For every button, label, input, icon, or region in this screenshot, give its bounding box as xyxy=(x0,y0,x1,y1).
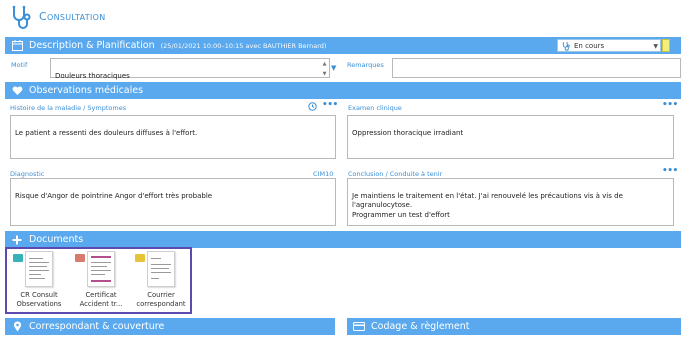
description-section-header[interactable]: Description & Planification (25/01/2021 … xyxy=(5,37,681,54)
plus-icon[interactable] xyxy=(11,234,23,246)
document-thumbnail xyxy=(147,251,175,287)
documents-section-header[interactable]: Documents xyxy=(5,231,681,248)
correspondant-title: Correspondant & couverture xyxy=(29,321,165,332)
observations-title: Observations médicales xyxy=(29,85,144,96)
motif-scrollbar[interactable]: ▲ ▼ xyxy=(321,60,328,77)
status-value: En cours xyxy=(574,41,605,50)
document-thumbnail xyxy=(25,251,53,287)
cim10-button[interactable]: CIM10 xyxy=(313,170,333,178)
document-label: Courrier correspondant xyxy=(136,291,186,308)
document-label: Certificat Accident tr... xyxy=(79,291,123,308)
motif-dropdown-icon[interactable]: ▼ xyxy=(331,64,336,72)
documents-title: Documents xyxy=(29,234,84,245)
motif-value: Douleurs thoraciques xyxy=(55,71,130,80)
remarques-label: Remarques xyxy=(347,61,384,69)
credit-card-icon xyxy=(353,321,365,333)
histoire-label: Histoire de la maladie / Symptomes xyxy=(10,104,127,112)
calendar-icon xyxy=(11,40,23,52)
document-item[interactable]: Certificat Accident tr... xyxy=(71,251,131,313)
conclusion-more-button[interactable]: ••• xyxy=(662,166,678,176)
stethoscope-icon xyxy=(562,41,570,51)
correspondant-section-header[interactable]: Correspondant & couverture xyxy=(5,318,335,335)
codage-section-header[interactable]: Codage & règlement xyxy=(347,318,681,335)
histoire-field[interactable]: Le patient a ressenti des douleurs diffu… xyxy=(10,115,336,159)
document-label: CR Consult Observations xyxy=(16,291,62,308)
document-item[interactable]: Courrier correspondant xyxy=(131,251,191,313)
examen-field[interactable]: Oppression thoracique irradiant xyxy=(347,115,674,159)
document-type-icon xyxy=(75,254,85,262)
description-subtitle: (25/01/2021 10:00–10:15 avec BAUTHIER Be… xyxy=(160,41,327,50)
conclusion-field[interactable]: Je maintiens le traitement en l'état. J'… xyxy=(347,178,674,226)
documents-list: CR Consult Observations Certificat Accid… xyxy=(5,247,192,314)
status-select[interactable]: En cours ▼ xyxy=(557,39,661,52)
examen-more-button[interactable]: ••• xyxy=(662,100,678,110)
diagnostic-value: Risque d'Angor de pointrine Angor d'effo… xyxy=(15,191,213,200)
examen-label: Examen clinique xyxy=(348,104,402,112)
status-color-swatch[interactable] xyxy=(662,39,670,52)
diagnostic-field[interactable]: Risque d'Angor de pointrine Angor d'effo… xyxy=(10,178,336,226)
conclusion-value: Je maintiens le traitement en l'état. J'… xyxy=(352,191,623,219)
observations-section-header[interactable]: Observations médicales xyxy=(5,82,681,99)
page-title: Consultation xyxy=(39,10,106,23)
document-item[interactable]: CR Consult Observations xyxy=(9,251,69,313)
stethoscope-icon xyxy=(12,5,31,29)
document-type-icon xyxy=(135,254,145,262)
motif-label: Motif xyxy=(11,61,28,69)
examen-value: Oppression thoracique irradiant xyxy=(352,128,464,137)
description-title: Description & Planification xyxy=(29,40,155,51)
heart-icon xyxy=(11,85,23,97)
diagnostic-label: Diagnostic xyxy=(10,170,45,178)
histoire-more-button[interactable]: ••• xyxy=(322,100,338,110)
document-type-icon xyxy=(13,254,23,262)
document-thumbnail xyxy=(87,251,115,287)
remarques-field[interactable] xyxy=(392,58,681,78)
location-pin-icon xyxy=(11,321,23,333)
conclusion-label: Conclusion / Conduite à tenir xyxy=(348,170,443,178)
codage-title: Codage & règlement xyxy=(371,321,470,332)
chevron-down-icon: ▼ xyxy=(653,43,658,50)
motif-field[interactable]: Douleurs thoraciques ▲ ▼ xyxy=(50,58,330,80)
histoire-value: Le patient a ressenti des douleurs diffu… xyxy=(15,128,198,137)
page-header: Consultation xyxy=(0,0,688,34)
history-clock-icon[interactable] xyxy=(308,102,317,111)
